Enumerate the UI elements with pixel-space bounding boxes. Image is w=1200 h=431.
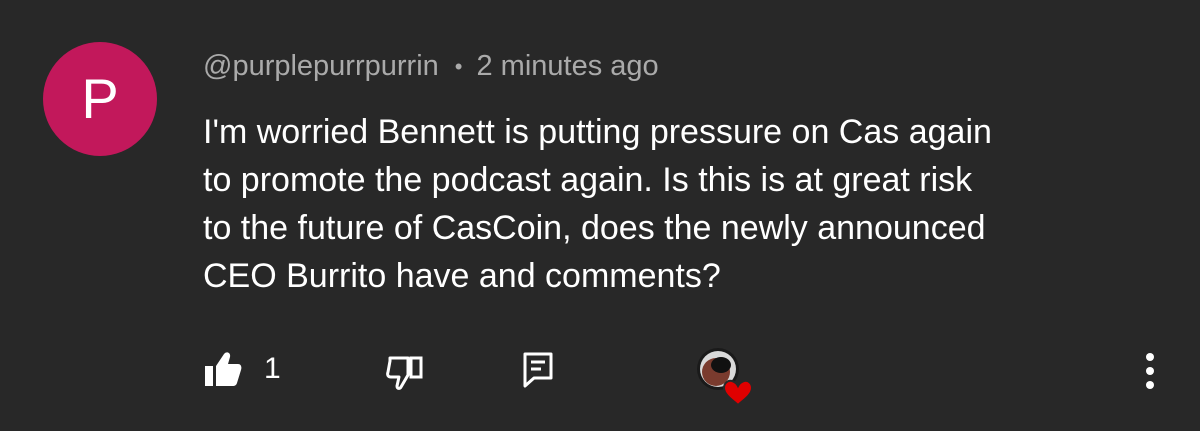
comment-meta: @purplepurrpurrin • 2 minutes ago	[203, 50, 659, 83]
comment-timestamp[interactable]: 2 minutes ago	[476, 50, 658, 83]
comment-body-line: CEO Burrito have and comments?	[203, 257, 721, 295]
thumbs-up-icon	[204, 351, 242, 387]
comment-card: P @purplepurrpurrin • 2 minutes ago I'm …	[0, 0, 1200, 431]
comment-actions: 1	[0, 345, 1200, 407]
more-vert-icon	[1138, 351, 1162, 395]
more-options-button[interactable]	[1138, 351, 1162, 395]
avatar[interactable]: P	[43, 42, 157, 156]
comment-body-line: I'm worried Bennett is putting pressure …	[203, 113, 992, 151]
like-count: 1	[264, 352, 281, 385]
like-button[interactable]: 1	[204, 351, 281, 387]
author-handle[interactable]: @purplepurrpurrin	[203, 50, 439, 83]
comment-body-line: to the future of CasCoin, does the newly…	[203, 209, 986, 247]
reply-icon	[522, 351, 554, 389]
meta-separator: •	[454, 53, 463, 79]
creator-heart[interactable]	[694, 345, 758, 409]
reply-button[interactable]	[522, 351, 554, 389]
thumbs-down-icon	[386, 355, 424, 391]
creator-heart-icon	[694, 345, 758, 409]
comment-body-line: to promote the podcast again. Is this is…	[203, 161, 973, 199]
avatar-letter: P	[81, 67, 119, 130]
dislike-button[interactable]	[386, 355, 424, 391]
comment-body: I'm worried Bennett is putting pressure …	[203, 108, 1163, 300]
